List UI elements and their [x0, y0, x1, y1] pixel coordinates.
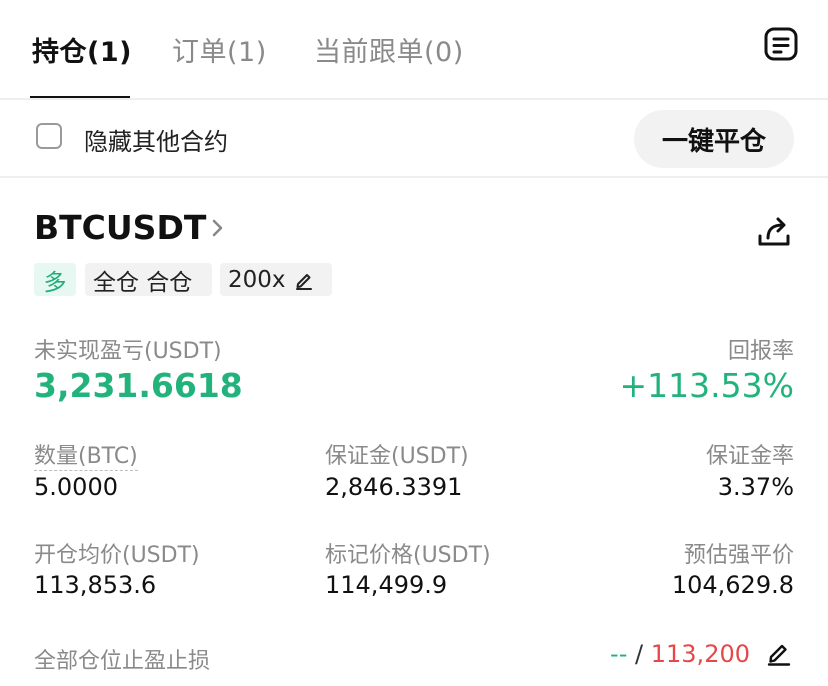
tab-orders[interactable]: 订单(1) — [172, 30, 267, 69]
tab-copy-trades[interactable]: 当前跟单(0) — [314, 30, 464, 69]
entry-price-label: 开仓均价(USDT) — [34, 543, 200, 568]
tpsl-label: 全部仓位止盈止损 — [34, 649, 211, 674]
tab-positions[interactable]: 持仓(1) — [32, 30, 132, 69]
chevron-right-icon[interactable] — [210, 216, 226, 240]
tpsl-separator: / — [635, 640, 644, 668]
share-icon[interactable] — [756, 214, 792, 250]
unrealized-pnl-value: 3,231.6618 — [34, 366, 243, 405]
close-all-button[interactable]: 一键平仓 — [634, 110, 794, 168]
filter-row: 隐藏其他合约 一键平仓 — [0, 100, 828, 176]
entry-price-value: 113,853.6 — [34, 571, 157, 599]
roi-value: +113.53% — [619, 366, 794, 405]
position-symbol[interactable]: BTCUSDT — [34, 208, 206, 247]
mark-price-value: 114,499.9 — [325, 571, 448, 599]
margin-value: 2,846.3391 — [325, 473, 463, 501]
size-label[interactable]: 数量(BTC) — [34, 438, 138, 471]
side-badge: 多 — [34, 263, 76, 296]
mark-price-label: 标记价格(USDT) — [325, 543, 491, 568]
margin-label: 保证金(USDT) — [325, 444, 469, 469]
edit-icon — [295, 273, 312, 290]
take-profit-value: -- — [610, 640, 628, 668]
stop-loss-value: 113,200 — [650, 640, 750, 668]
filter-divider — [0, 176, 828, 178]
position-tabs: 持仓(1) 订单(1) 当前跟单(0) — [0, 0, 828, 99]
margin-ratio-label: 保证金率 — [705, 444, 794, 469]
liq-price-label: 预估强平价 — [683, 543, 794, 568]
edit-icon[interactable] — [766, 640, 792, 666]
roi-label: 回报率 — [727, 339, 794, 364]
margin-mode-badge: 全仓 合仓 — [85, 263, 212, 296]
hide-other-contracts-label[interactable]: 隐藏其他合约 — [84, 122, 228, 157]
size-value: 5.0000 — [34, 473, 118, 501]
tpsl-values[interactable]: -- / 113,200 — [610, 640, 750, 668]
liq-price-value: 104,629.8 — [671, 571, 794, 599]
leverage-value: 200x — [228, 266, 286, 293]
orders-icon[interactable] — [764, 27, 798, 61]
leverage-badge[interactable]: 200x — [220, 263, 332, 296]
margin-ratio-value: 3.37% — [717, 473, 794, 501]
hide-other-contracts-checkbox[interactable] — [36, 123, 62, 149]
unrealized-pnl-label: 未实现盈亏(USDT) — [34, 339, 222, 364]
